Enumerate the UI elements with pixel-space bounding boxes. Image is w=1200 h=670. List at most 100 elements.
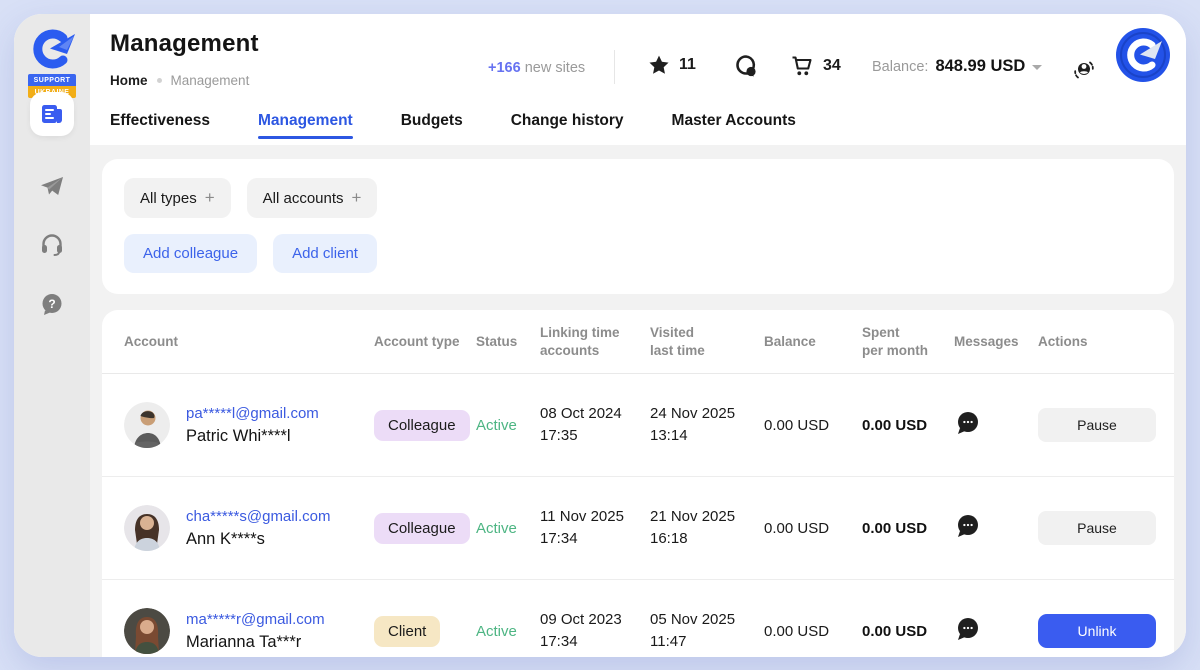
account-email[interactable]: pa*****l@gmail.com [186, 405, 319, 422]
breadcrumb-home[interactable]: Home [110, 73, 148, 88]
main-area: Management Home Management +166 new site… [90, 14, 1186, 657]
user-avatar[interactable] [1116, 28, 1170, 82]
tab-budgets[interactable]: Budgets [401, 112, 463, 145]
avatar [124, 402, 170, 448]
account-type-badge: Colleague [374, 410, 470, 441]
favorites-counter[interactable]: 11 [648, 54, 696, 76]
col-account-type: Account type [374, 333, 476, 351]
sidebar-item-telegram[interactable] [30, 164, 74, 208]
spent-cell: 0.00 USD [862, 623, 954, 640]
col-linking-time: Linking time accounts [540, 324, 650, 359]
chat-icon [734, 54, 759, 79]
cart-icon [790, 54, 814, 78]
news-icon [39, 101, 65, 127]
add-client-button[interactable]: Add client [273, 234, 377, 273]
tab-master-accounts[interactable]: Master Accounts [672, 112, 796, 145]
account-name: Patric Whi****l [186, 427, 319, 446]
headphones-icon [39, 231, 65, 257]
visited-time: 21 Nov 2025 16:18 [650, 506, 764, 551]
accounts-table: Account Account type Status Linking time… [102, 310, 1174, 657]
balance-cell: 0.00 USD [764, 417, 862, 434]
linking-time: 11 Nov 2025 17:34 [540, 506, 650, 551]
balance-dropdown[interactable]: Balance: 848.99 USD [872, 57, 1042, 76]
pause-button[interactable]: Pause [1038, 511, 1156, 545]
chevron-down-icon [1032, 65, 1042, 70]
spent-cell: 0.00 USD [862, 417, 954, 434]
linking-time: 08 Oct 2024 17:35 [540, 403, 650, 448]
star-icon [648, 54, 670, 76]
message-bubble-icon [954, 409, 981, 436]
breadcrumb-current: Management [171, 73, 250, 88]
cart-count: 34 [823, 57, 841, 75]
col-account: Account [124, 333, 374, 351]
linking-time: 09 Oct 2023 17:34 [540, 609, 650, 654]
unlink-button[interactable]: Unlink [1038, 614, 1156, 648]
account-name: Marianna Ta***r [186, 633, 325, 652]
spent-cell: 0.00 USD [862, 520, 954, 537]
filter-all-types[interactable]: All types + [124, 178, 231, 218]
tab-management[interactable]: Management [258, 112, 353, 145]
sidebar-item-news[interactable] [30, 92, 74, 136]
avatar [124, 608, 170, 654]
message-bubble-icon [954, 512, 981, 539]
table-header: Account Account type Status Linking time… [102, 310, 1174, 374]
chat-button[interactable] [734, 54, 759, 79]
app-window: SUPPORT UKRAINE [14, 14, 1186, 657]
plus-icon: + [205, 188, 215, 208]
tab-change-history[interactable]: Change history [511, 112, 624, 145]
top-header: Management Home Management +166 new site… [90, 14, 1186, 145]
status-label: Active [476, 623, 540, 640]
pause-button[interactable]: Pause [1038, 408, 1156, 442]
balance-cell: 0.00 USD [764, 623, 862, 640]
cart-counter[interactable]: 34 [790, 54, 841, 78]
filter-panel: All types + All accounts + Add colleague… [102, 159, 1174, 294]
message-button[interactable] [954, 409, 1038, 441]
header-divider [614, 50, 615, 84]
favorites-count: 11 [679, 56, 696, 74]
notifications-icon [1070, 56, 1098, 84]
page-title: Management [110, 30, 259, 58]
new-sites-count: +166 [488, 60, 521, 76]
account-email[interactable]: ma*****r@gmail.com [186, 611, 325, 628]
content-area: All types + All accounts + Add colleague… [90, 145, 1186, 657]
new-sites-counter[interactable]: +166 new sites [488, 60, 585, 76]
message-bubble-icon [954, 615, 981, 642]
filter-all-accounts[interactable]: All accounts + [247, 178, 378, 218]
notifications-button[interactable] [1070, 56, 1098, 89]
col-balance: Balance [764, 333, 862, 351]
sidebar-item-support[interactable] [30, 222, 74, 266]
status-label: Active [476, 417, 540, 434]
telegram-icon [39, 173, 65, 199]
balance-cell: 0.00 USD [764, 520, 862, 537]
table-row: ma*****r@gmail.com Marianna Ta***r Clien… [102, 580, 1174, 657]
balance-value: 848.99 USD [935, 57, 1025, 76]
col-messages: Messages [954, 333, 1038, 351]
col-status: Status [476, 333, 540, 351]
sidebar: SUPPORT UKRAINE [14, 14, 90, 657]
table-row: pa*****l@gmail.com Patric Whi****l Colle… [102, 374, 1174, 477]
message-button[interactable] [954, 615, 1038, 647]
avatar-brand-icon [1116, 28, 1170, 82]
brand-logo-icon [29, 26, 75, 72]
balance-label: Balance: [872, 59, 928, 75]
message-button[interactable] [954, 512, 1038, 544]
account-name: Ann K****s [186, 530, 330, 549]
breadcrumb-separator [157, 78, 162, 83]
visited-time: 05 Nov 2025 11:47 [650, 609, 764, 654]
question-icon: ? [39, 291, 65, 317]
tab-bar: Effectiveness Management Budgets Change … [110, 112, 796, 145]
account-type-badge: Colleague [374, 513, 470, 544]
account-email[interactable]: cha*****s@gmail.com [186, 508, 330, 525]
avatar [124, 505, 170, 551]
account-type-badge: Client [374, 616, 440, 647]
svg-text:?: ? [48, 297, 55, 311]
tab-effectiveness[interactable]: Effectiveness [110, 112, 210, 145]
breadcrumb: Home Management [110, 73, 249, 88]
sidebar-item-help[interactable]: ? [30, 282, 74, 326]
plus-icon: + [352, 188, 362, 208]
table-row: cha*****s@gmail.com Ann K****s Colleague… [102, 477, 1174, 580]
logo[interactable]: SUPPORT UKRAINE [14, 26, 90, 98]
col-visited: Visited last time [650, 324, 764, 359]
status-label: Active [476, 520, 540, 537]
add-colleague-button[interactable]: Add colleague [124, 234, 257, 273]
